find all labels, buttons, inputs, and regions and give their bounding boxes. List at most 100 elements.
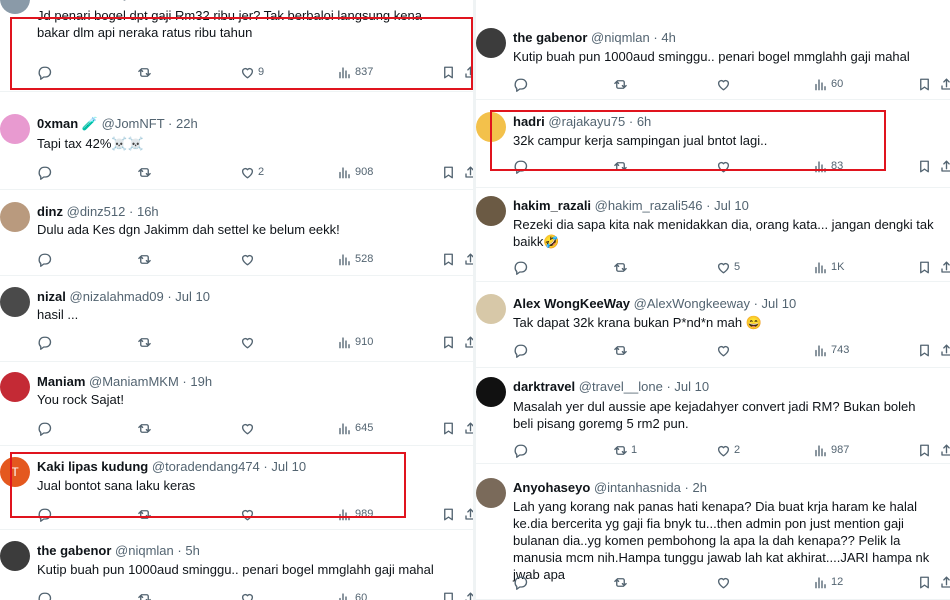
bookmark-button[interactable] [441, 164, 456, 180]
user-handle[interactable]: @setiskylit [77, 0, 139, 1]
bookmark-button[interactable] [917, 158, 932, 174]
avatar[interactable] [0, 114, 30, 144]
retweet-button[interactable] [137, 506, 155, 522]
avatar[interactable] [0, 372, 30, 402]
retweet-button[interactable] [137, 334, 155, 350]
reply-button[interactable] [37, 420, 55, 436]
retweet-button[interactable] [137, 64, 155, 80]
views-button[interactable]: 989 [337, 506, 373, 522]
timestamp[interactable]: 16h [137, 204, 159, 219]
display-name[interactable]: Anyohaseyo [513, 480, 590, 495]
reply-tweet[interactable]: Anyohaseyo @intanhasnida · 2h Lah yang ko… [476, 464, 950, 600]
share-button[interactable] [939, 442, 950, 458]
timestamp[interactable]: 5h [185, 543, 199, 558]
reply-tweet[interactable]: hadri @rajakayu75 · 6h 32k campur kerja s… [476, 100, 950, 188]
avatar[interactable] [476, 478, 506, 508]
avatar[interactable] [476, 112, 506, 142]
display-name[interactable]: the gabenor [37, 543, 111, 558]
share-button[interactable] [463, 506, 473, 522]
reply-button[interactable] [37, 64, 55, 80]
reply-tweet[interactable]: T Kaki lipas kudung @toradendang474 · Jul… [0, 446, 473, 530]
like-button[interactable] [240, 590, 258, 600]
reply-tweet[interactable]: the gabenor @niqmlan · 5h Kutip buah pun … [0, 530, 473, 600]
views-button[interactable]: 837 [337, 64, 373, 80]
views-button[interactable]: 910 [337, 334, 373, 350]
like-button[interactable] [716, 342, 734, 358]
share-button[interactable] [463, 164, 473, 180]
reply-button[interactable] [37, 590, 55, 600]
user-handle[interactable]: @travel__lone [579, 379, 663, 394]
avatar[interactable] [0, 287, 30, 317]
display-name[interactable]: Alex WongKeeWay [513, 296, 630, 311]
share-button[interactable] [939, 158, 950, 174]
like-button[interactable] [716, 574, 734, 590]
timestamp[interactable]: 6h [637, 114, 651, 129]
like-button[interactable] [240, 420, 258, 436]
display-name[interactable]: darktravel [513, 379, 575, 394]
like-button[interactable] [240, 334, 258, 350]
like-button[interactable] [716, 76, 734, 92]
avatar[interactable] [0, 541, 30, 571]
views-button[interactable]: 60 [337, 590, 367, 600]
views-button[interactable]: 987 [813, 442, 849, 458]
reply-button[interactable] [37, 506, 55, 522]
retweet-button[interactable] [613, 158, 631, 174]
bookmark-button[interactable] [917, 259, 932, 275]
reply-button[interactable] [37, 164, 55, 180]
reply-tweet[interactable]: Sir Lii @setiskylit · 20h Jd penari bogel… [0, 0, 473, 92]
retweet-button[interactable] [613, 76, 631, 92]
avatar[interactable] [0, 202, 30, 232]
bookmark-button[interactable] [441, 506, 456, 522]
user-handle[interactable]: @dinz512 [67, 204, 126, 219]
reply-tweet[interactable]: darktravel @travel__lone · Jul 10 Masalah… [476, 368, 950, 464]
reply-tweet[interactable]: Maniam @ManiamMKM · 19h You rock Sajat! 64… [0, 362, 473, 446]
user-handle[interactable]: @niqmlan [591, 30, 650, 45]
share-button[interactable] [463, 590, 473, 600]
user-handle[interactable]: @toradendang474 [152, 459, 260, 474]
bookmark-button[interactable] [441, 420, 456, 436]
user-handle[interactable]: @JomNFT [102, 116, 165, 131]
display-name[interactable]: the gabenor [513, 30, 587, 45]
reply-button[interactable] [513, 259, 531, 275]
user-handle[interactable]: @AlexWongkeeway [634, 296, 750, 311]
avatar[interactable] [0, 0, 30, 14]
like-button[interactable]: 5 [716, 259, 740, 275]
user-handle[interactable]: @niqmlan [115, 543, 174, 558]
display-name[interactable]: dinz [37, 204, 63, 219]
user-handle[interactable]: @ManiamMKM [89, 374, 179, 389]
retweet-button[interactable]: 1 [613, 442, 637, 458]
share-button[interactable] [463, 64, 473, 80]
views-button[interactable]: 60 [813, 76, 843, 92]
views-button[interactable]: 528 [337, 251, 373, 267]
timestamp[interactable]: Jul 10 [762, 296, 797, 311]
retweet-button[interactable] [613, 574, 631, 590]
reply-button[interactable] [513, 442, 531, 458]
share-button[interactable] [463, 334, 473, 350]
like-button[interactable] [240, 506, 258, 522]
display-name[interactable]: hakim_razali [513, 198, 591, 213]
timestamp[interactable]: 4h [661, 30, 675, 45]
reply-button[interactable] [513, 574, 531, 590]
like-button[interactable]: 9 [240, 64, 264, 80]
reply-button[interactable] [513, 342, 531, 358]
user-handle[interactable]: @intanhasnida [594, 480, 681, 495]
like-button[interactable]: 2 [240, 164, 264, 180]
user-handle[interactable]: @rajakayu75 [548, 114, 625, 129]
avatar[interactable] [476, 377, 506, 407]
avatar[interactable] [476, 28, 506, 58]
avatar[interactable]: T [0, 457, 30, 487]
avatar[interactable] [476, 294, 506, 324]
views-button[interactable]: 83 [813, 158, 843, 174]
reply-tweet[interactable]: the gabenor @niqmlan · 4h Kutip buah pun … [476, 17, 950, 100]
share-button[interactable] [463, 420, 473, 436]
timestamp[interactable]: Jul 10 [714, 198, 749, 213]
share-button[interactable] [939, 342, 950, 358]
reply-button[interactable] [513, 158, 531, 174]
retweet-button[interactable] [137, 251, 155, 267]
reply-button[interactable] [37, 251, 55, 267]
bookmark-button[interactable] [917, 574, 932, 590]
retweet-button[interactable] [613, 342, 631, 358]
display-name[interactable]: Sir Lii [37, 0, 73, 1]
display-name[interactable]: 0xman 🧪 [37, 116, 98, 131]
reply-button[interactable] [37, 334, 55, 350]
